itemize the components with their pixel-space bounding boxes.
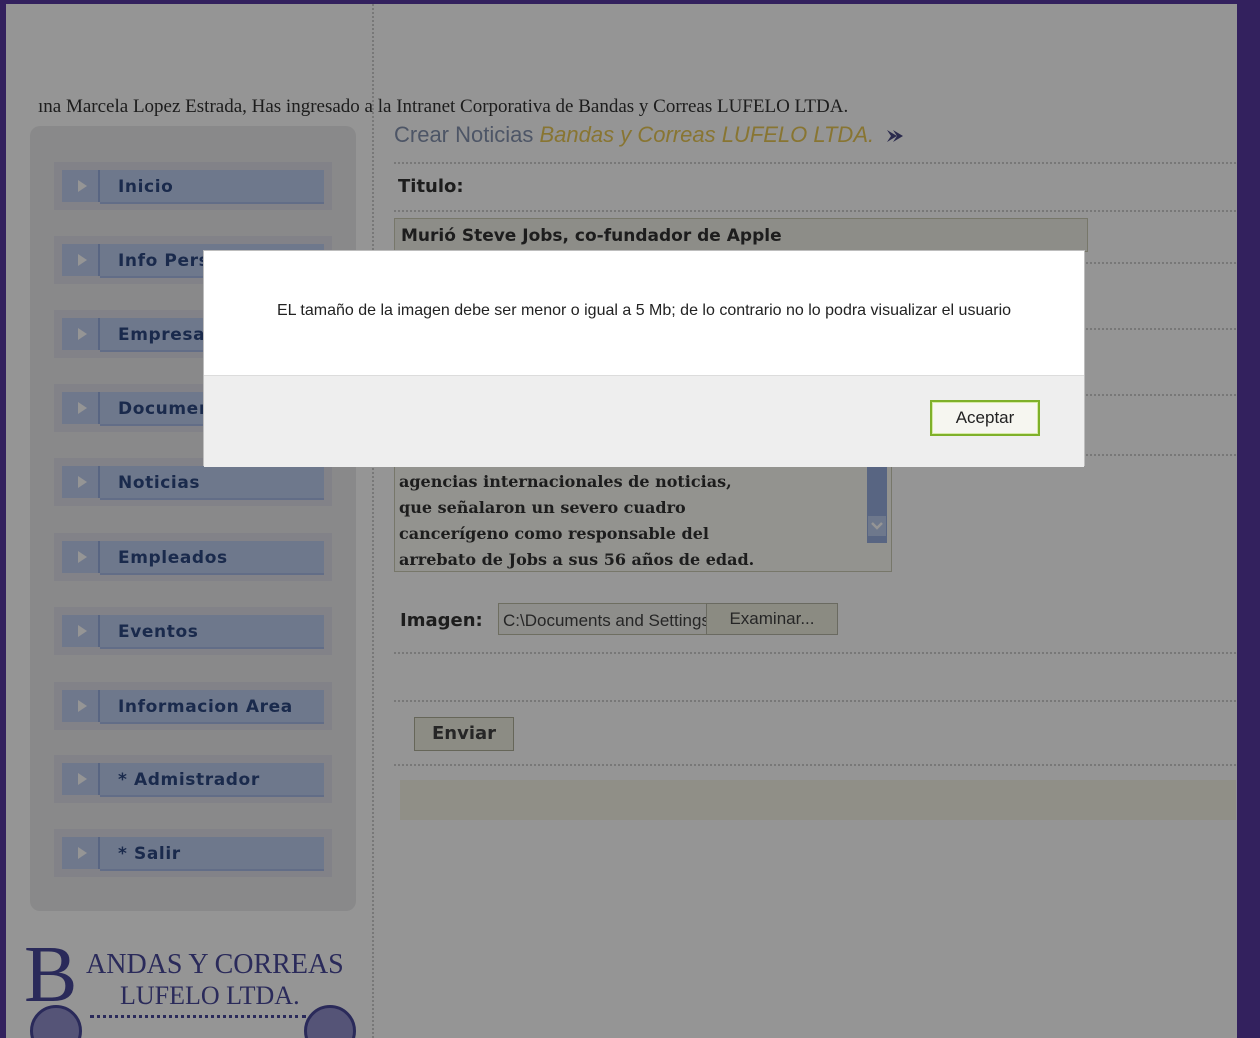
alert-dialog: EL tamaño de la imagen debe ser menor o … [203, 250, 1085, 467]
dialog-message: EL tamaño de la imagen debe ser menor o … [276, 302, 1012, 319]
accept-button[interactable]: Aceptar [930, 400, 1040, 436]
modal-overlay [0, 0, 1260, 1038]
dialog-footer: Aceptar [204, 375, 1084, 467]
